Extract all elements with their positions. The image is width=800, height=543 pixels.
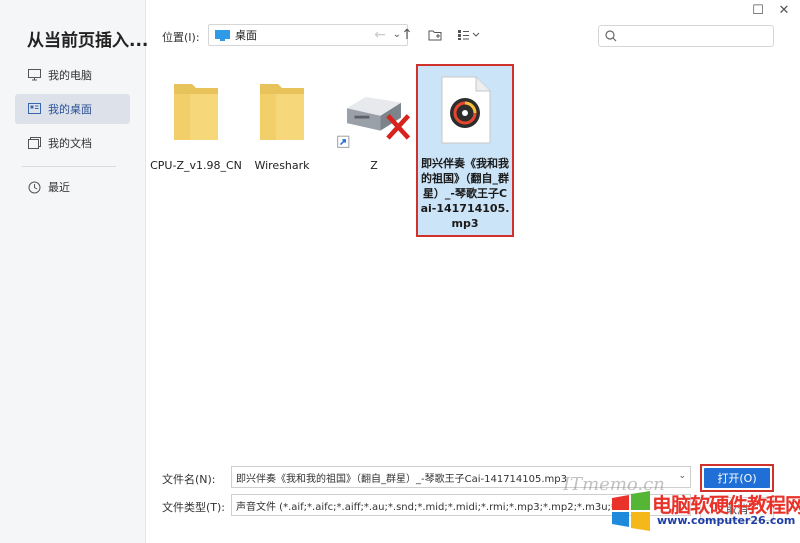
chevron-down-icon: ⌄ — [678, 471, 686, 481]
location-toolbar: 位置(I): 桌面 ⌄ ← ↑ — [146, 20, 800, 52]
sidebar-item-recent[interactable]: 最近 — [15, 172, 130, 202]
file-name: Wireshark — [254, 159, 310, 172]
sidebar-item-label: 最近 — [48, 181, 70, 194]
location-label: 位置(I): — [162, 31, 200, 44]
file-item-folder[interactable]: Wireshark — [234, 72, 330, 173]
sidebar-item-my-documents[interactable]: 我的文档 — [15, 128, 130, 158]
open-button-highlight: 打开(O) — [700, 464, 774, 492]
folder-icon — [156, 72, 236, 152]
file-list: CPU-Z_v1.98_CN Wireshark Z 即兴伴奏《我和我的祖国》（… — [146, 60, 800, 450]
sidebar-item-label: 我的文档 — [48, 137, 92, 150]
computer-icon — [27, 68, 41, 82]
new-folder-icon — [428, 30, 441, 40]
dialog-title: 从当前页插入... — [27, 31, 149, 51]
window-controls: ☐ ✕ — [750, 2, 792, 18]
desktop-icon — [27, 102, 41, 116]
search-icon — [605, 30, 617, 42]
filetype-label: 文件类型(T): — [162, 501, 226, 514]
cancel-button[interactable]: 取消 — [700, 497, 774, 521]
filename-label: 文件名(N): — [162, 473, 216, 486]
open-button[interactable]: 打开(O) — [704, 468, 770, 488]
sidebar-item-my-desktop[interactable]: 我的桌面 — [15, 94, 130, 124]
maximize-button[interactable]: ☐ — [750, 2, 766, 18]
sidebar-item-my-computer[interactable]: 我的电脑 — [15, 60, 130, 90]
file-item-mp3-selected[interactable]: 即兴伴奏《我和我的祖国》（翻自_群星）_-琴歌王子Cai-141714105.m… — [416, 64, 514, 237]
view-list-icon — [458, 30, 480, 40]
file-name: Z — [370, 159, 378, 172]
filename-value: 即兴伴奏《我和我的祖国》（翻自_群星）_-琴歌王子Cai-141714105.m… — [236, 473, 567, 485]
filetype-select[interactable]: 声音文件 (*.aif;*.aifc;*.aiff;*.au;*.snd;*.m… — [231, 494, 691, 516]
desktop-folder-icon — [215, 29, 230, 41]
filetype-value: 声音文件 (*.aif;*.aifc;*.aiff;*.au;*.snd;*.m… — [236, 501, 629, 513]
sidebar-item-label: 我的桌面 — [48, 103, 92, 116]
mp3-file-icon — [425, 70, 505, 150]
sidebar: 从当前页插入... 我的电脑 我的桌面 我的文档 最近 — [0, 0, 149, 543]
file-item-folder[interactable]: CPU-Z_v1.98_CN — [148, 72, 244, 173]
sidebar-item-label: 我的电脑 — [48, 69, 92, 82]
up-folder-button[interactable]: ↑ — [396, 24, 418, 46]
search-input[interactable] — [598, 25, 774, 47]
back-button[interactable]: ← — [369, 24, 391, 46]
folder-icon — [242, 72, 322, 152]
documents-icon — [27, 136, 41, 150]
view-options-button[interactable] — [454, 24, 484, 46]
file-item-network-drive[interactable]: Z — [326, 72, 422, 173]
new-folder-button[interactable] — [424, 24, 446, 46]
file-name: 即兴伴奏《我和我的祖国》（翻自_群星）_-琴歌王子Cai-141714105.m… — [420, 157, 510, 230]
network-drive-disconnected-icon — [334, 72, 414, 152]
recent-clock-icon — [27, 180, 41, 194]
sidebar-divider — [22, 166, 116, 167]
close-button[interactable]: ✕ — [776, 2, 792, 18]
file-options-panel: 文件名(N): 即兴伴奏《我和我的祖国》（翻自_群星）_-琴歌王子Cai-141… — [146, 455, 800, 543]
filename-input[interactable]: 即兴伴奏《我和我的祖国》（翻自_群星）_-琴歌王子Cai-141714105.m… — [231, 466, 691, 488]
file-name: CPU-Z_v1.98_CN — [150, 159, 242, 172]
location-value: 桌面 — [235, 29, 257, 42]
